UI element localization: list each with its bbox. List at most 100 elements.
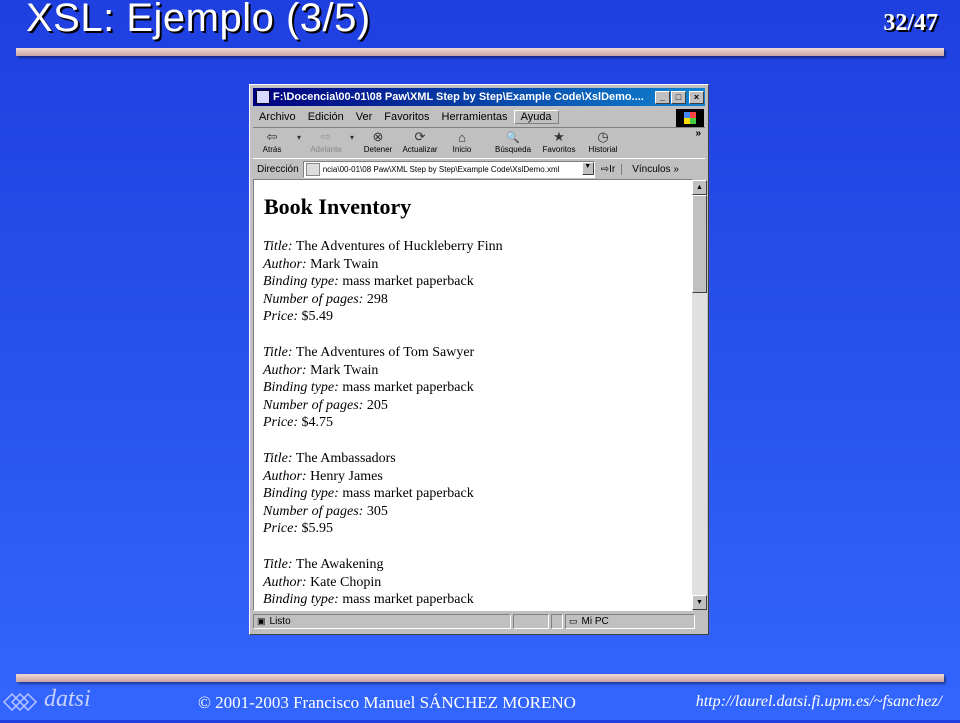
search-button[interactable]: 🔍 Búsqueda <box>489 129 537 155</box>
back-arrow-icon: ⇦ <box>266 129 278 144</box>
history-label: Historial <box>588 145 618 154</box>
datsi-logo: datsi <box>2 686 112 718</box>
address-value: ncia\00-01\08 Paw\XML Step by Step\Examp… <box>322 164 560 174</box>
address-dropdown-icon[interactable]: ▼ <box>581 161 594 175</box>
book-entry: Title: The Ambassadors Author: Henry Jam… <box>263 450 474 538</box>
book-author: Henry James <box>310 468 383 484</box>
status-bar: ▣ Listo ▭ Mi PC <box>253 614 705 631</box>
favorites-button[interactable]: ★ Favoritos <box>537 129 581 154</box>
book-binding: mass market paperback <box>342 486 474 502</box>
scroll-down-icon[interactable]: ▼ <box>692 595 707 610</box>
author-label: Author: <box>263 574 307 590</box>
xml-file-icon <box>305 162 320 176</box>
book-entry: Title: The Adventures of Huckleberry Fin… <box>263 238 503 326</box>
binding-label: Binding type: <box>263 486 339 502</box>
author-label: Author: <box>263 256 307 272</box>
price-label: Price: <box>263 309 298 325</box>
book-author: Mark Twain <box>310 362 379 378</box>
book-entry: Title: The Adventures of Tom Sawyer Auth… <box>263 344 474 432</box>
book-author: Mark Twain <box>310 256 379 272</box>
windows-logo-icon <box>676 109 704 127</box>
document-heading: Book Inventory <box>264 194 412 219</box>
author-label: Author: <box>263 468 307 484</box>
home-button[interactable]: ⌂ Inicio <box>443 129 481 155</box>
forward-label: Adelante <box>310 145 342 154</box>
book-binding: mass market paperback <box>342 380 474 396</box>
back-button[interactable]: ⇦ Atrás <box>253 129 291 154</box>
window-title: F:\Docencia\00-01\08 Paw\XML Step by Ste… <box>273 91 644 103</box>
forward-dropdown[interactable]: ▾ <box>345 129 359 145</box>
status-zone: Mi PC <box>581 616 609 627</box>
favorites-label: Favoritos <box>542 145 576 154</box>
menu-archivo[interactable]: Archivo <box>253 111 302 123</box>
maximize-button[interactable]: □ <box>671 90 686 104</box>
status-panel <box>551 614 563 629</box>
menu-ver[interactable]: Ver <box>350 111 379 123</box>
status-text: Listo <box>269 616 291 627</box>
binding-label: Binding type: <box>263 592 339 608</box>
back-label: Atrás <box>262 145 282 154</box>
address-bar: Dirección ncia\00-01\08 Paw\XML Step by … <box>253 158 705 179</box>
history-button[interactable]: ◷ Historial <box>581 129 625 154</box>
page-status-icon: ▣ <box>257 616 266 626</box>
title-label: Title: <box>263 345 293 360</box>
book-title: The Awakening <box>295 557 384 572</box>
back-dropdown[interactable]: ▾ <box>291 129 307 145</box>
scroll-thumb[interactable] <box>692 195 707 293</box>
footer-copyright: © 2001-2003 Francisco Manuel SÁNCHEZ MOR… <box>198 693 576 712</box>
go-button[interactable]: ⇨Ir <box>595 164 622 175</box>
pages-label: Number of pages: <box>263 397 364 413</box>
menu-favoritos[interactable]: Favoritos <box>378 111 435 123</box>
close-button[interactable]: × <box>689 90 704 104</box>
menu-edicion[interactable]: Edición <box>302 111 350 123</box>
refresh-button[interactable]: ⟳ Actualizar <box>397 129 443 154</box>
book-binding: mass market paperback <box>342 592 474 608</box>
diamond-logo-icon <box>2 692 38 712</box>
vertical-scrollbar[interactable]: ▲ ▼ <box>692 180 707 610</box>
slide-page-number: 32/47 <box>883 10 938 36</box>
book-pages: 305 <box>366 503 388 519</box>
book-pages: 298 <box>366 291 388 307</box>
address-input[interactable]: ncia\00-01\08 Paw\XML Step by Step\Examp… <box>302 160 595 178</box>
status-panel <box>513 614 549 629</box>
title-label: Title: <box>263 451 293 466</box>
pages-label: Number of pages: <box>263 291 364 307</box>
binding-label: Binding type: <box>263 380 339 396</box>
scroll-up-icon[interactable]: ▲ <box>692 180 707 195</box>
menu-herramientas[interactable]: Herramientas <box>436 111 514 123</box>
window-titlebar[interactable]: F:\Docencia\00-01\08 Paw\XML Step by Ste… <box>253 88 705 106</box>
pages-label: Number of pages: <box>263 503 364 519</box>
toolbar-overflow-icon[interactable]: » <box>695 128 701 139</box>
document-view: Book Inventory Title: The Adventures of … <box>253 179 693 611</box>
address-label: Dirección <box>257 163 299 175</box>
home-label: Inicio <box>452 145 472 154</box>
logo-text: datsi <box>44 686 91 712</box>
book-binding: mass market paperback <box>342 274 474 290</box>
stop-button[interactable]: ⊗ Detener <box>359 129 397 154</box>
stop-icon: ⊗ <box>372 129 384 144</box>
header-divider <box>16 48 944 56</box>
book-title: The Adventures of Huckleberry Finn <box>295 239 503 254</box>
links-label: Vínculos <box>632 163 671 175</box>
refresh-icon: ⟳ <box>414 129 426 144</box>
toolbar: ⇦ Atrás ▾ ⇨ Adelante ▾ ⊗ Detener ⟳ Actua… <box>253 127 705 159</box>
price-label: Price: <box>263 521 298 537</box>
status-zone-panel: ▭ Mi PC <box>565 614 695 629</box>
menu-ayuda[interactable]: Ayuda <box>513 110 559 124</box>
minimize-button[interactable]: _ <box>655 90 670 104</box>
forward-arrow-icon: ⇨ <box>320 129 332 144</box>
book-price: $5.49 <box>301 309 333 325</box>
ie-page-icon <box>256 90 270 104</box>
book-title: The Ambassadors <box>295 451 396 466</box>
browser-window: F:\Docencia\00-01\08 Paw\XML Step by Ste… <box>249 84 709 635</box>
book-price: $4.75 <box>301 415 333 431</box>
book-price: $5.95 <box>301 521 333 537</box>
menu-bar: Archivo Edición Ver Favoritos Herramient… <box>253 108 705 126</box>
title-label: Title: <box>263 557 293 572</box>
binding-label: Binding type: <box>263 274 339 290</box>
favorites-icon: ★ <box>553 129 565 144</box>
forward-button[interactable]: ⇨ Adelante <box>307 129 345 154</box>
book-entry: Title: The Awakening Author: Kate Chopin… <box>263 556 474 609</box>
book-author: Kate Chopin <box>310 574 382 590</box>
links-button[interactable]: Vínculos » <box>621 163 679 175</box>
